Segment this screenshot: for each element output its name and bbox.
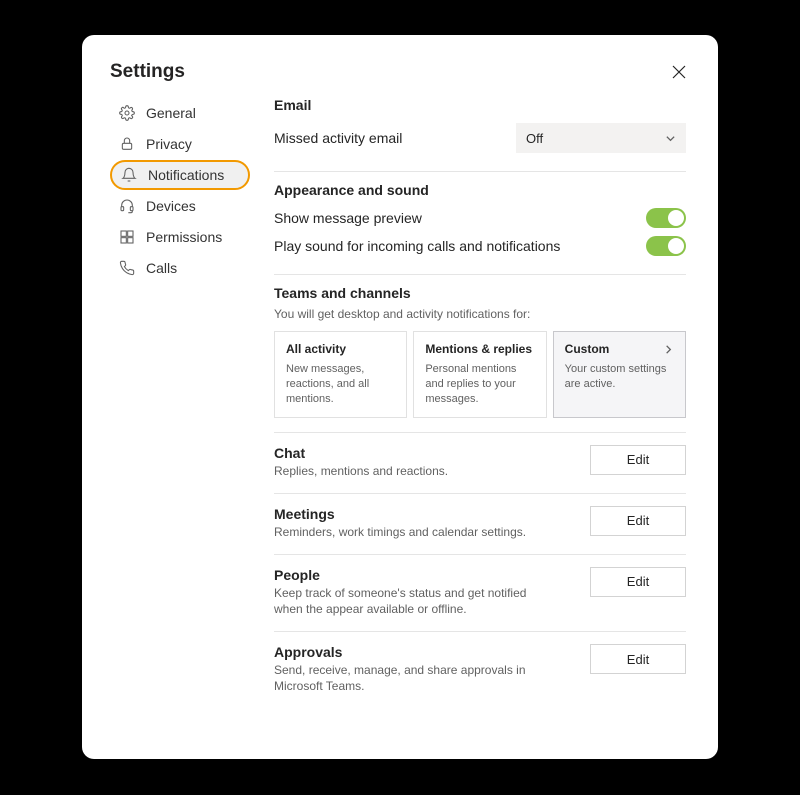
row-label: Show message preview (274, 210, 422, 226)
card-title: Custom (565, 342, 674, 356)
play-sound-toggle[interactable] (646, 236, 686, 256)
row-text: Chat Replies, mentions and reactions. (274, 445, 448, 479)
sidebar-item-label: General (146, 105, 196, 121)
settings-sidebar: General Privacy Notifications Devices (110, 97, 250, 695)
approvals-section: Approvals Send, receive, manage, and sha… (274, 632, 686, 694)
settings-dialog: Settings General Privacy (82, 35, 718, 759)
section-desc: You will get desktop and activity notifi… (274, 307, 686, 321)
lock-icon (118, 135, 136, 153)
chat-section: Chat Replies, mentions and reactions. Ed… (274, 433, 686, 494)
missed-activity-select[interactable]: Off (516, 123, 686, 153)
headset-icon (118, 197, 136, 215)
people-section: People Keep track of someone's status an… (274, 555, 686, 632)
meetings-edit-button[interactable]: Edit (590, 506, 686, 536)
gear-icon (118, 104, 136, 122)
play-sound-row: Play sound for incoming calls and notifi… (274, 232, 686, 260)
sidebar-item-label: Privacy (146, 136, 192, 152)
sidebar-item-general[interactable]: General (110, 98, 250, 128)
card-custom[interactable]: Custom Your custom settings are active. (553, 331, 686, 418)
chevron-right-icon (663, 344, 674, 355)
sidebar-item-notifications[interactable]: Notifications (110, 160, 250, 190)
toggle-knob (668, 210, 684, 226)
sidebar-item-label: Calls (146, 260, 177, 276)
missed-activity-row: Missed activity email Off (274, 119, 686, 157)
message-preview-toggle[interactable] (646, 208, 686, 228)
row-text: Approvals Send, receive, manage, and sha… (274, 644, 554, 694)
teams-section: Teams and channels You will get desktop … (274, 275, 686, 433)
row-desc: Replies, mentions and reactions. (274, 463, 448, 479)
row-label: Missed activity email (274, 130, 402, 146)
card-title: Mentions & replies (425, 342, 534, 356)
sidebar-item-devices[interactable]: Devices (110, 191, 250, 221)
meetings-section: Meetings Reminders, work timings and cal… (274, 494, 686, 555)
settings-content: Email Missed activity email Off Appearan… (274, 97, 690, 695)
message-preview-row: Show message preview (274, 204, 686, 232)
row-label: Play sound for incoming calls and notifi… (274, 238, 560, 254)
card-desc: New messages, reactions, and all mention… (286, 362, 395, 407)
row-title: Meetings (274, 506, 526, 522)
card-title-text: Custom (565, 342, 610, 356)
card-desc: Your custom settings are active. (565, 362, 674, 392)
people-edit-button[interactable]: Edit (590, 567, 686, 597)
appearance-section: Appearance and sound Show message previe… (274, 172, 686, 275)
card-desc: Personal mentions and replies to your me… (425, 362, 534, 407)
sidebar-item-calls[interactable]: Calls (110, 253, 250, 283)
email-section: Email Missed activity email Off (274, 97, 686, 172)
phone-icon (118, 259, 136, 277)
sidebar-item-permissions[interactable]: Permissions (110, 222, 250, 252)
apps-icon (118, 228, 136, 246)
sidebar-item-label: Notifications (148, 167, 224, 183)
row-title: People (274, 567, 554, 583)
chevron-down-icon (665, 133, 676, 144)
dialog-header: Settings (110, 61, 690, 83)
toggle-knob (668, 238, 684, 254)
bell-icon (120, 166, 138, 184)
row-title: Chat (274, 445, 448, 461)
dialog-title: Settings (110, 61, 185, 83)
close-button[interactable] (668, 61, 690, 83)
teams-cards: All activity New messages, reactions, an… (274, 331, 686, 418)
row-text: Meetings Reminders, work timings and cal… (274, 506, 526, 540)
row-title: Approvals (274, 644, 554, 660)
card-all-activity[interactable]: All activity New messages, reactions, an… (274, 331, 407, 418)
section-title: Teams and channels (274, 285, 686, 301)
sidebar-item-label: Permissions (146, 229, 222, 245)
card-title: All activity (286, 342, 395, 356)
card-mentions-replies[interactable]: Mentions & replies Personal mentions and… (413, 331, 546, 418)
sidebar-item-label: Devices (146, 198, 196, 214)
row-desc: Keep track of someone's status and get n… (274, 585, 554, 617)
sidebar-item-privacy[interactable]: Privacy (110, 129, 250, 159)
select-value: Off (526, 131, 543, 146)
row-desc: Send, receive, manage, and share approva… (274, 662, 554, 694)
dialog-body: General Privacy Notifications Devices (110, 97, 690, 695)
row-desc: Reminders, work timings and calendar set… (274, 524, 526, 540)
section-title: Appearance and sound (274, 182, 686, 198)
chat-edit-button[interactable]: Edit (590, 445, 686, 475)
approvals-edit-button[interactable]: Edit (590, 644, 686, 674)
row-text: People Keep track of someone's status an… (274, 567, 554, 617)
section-title: Email (274, 97, 686, 113)
close-icon (672, 65, 686, 79)
